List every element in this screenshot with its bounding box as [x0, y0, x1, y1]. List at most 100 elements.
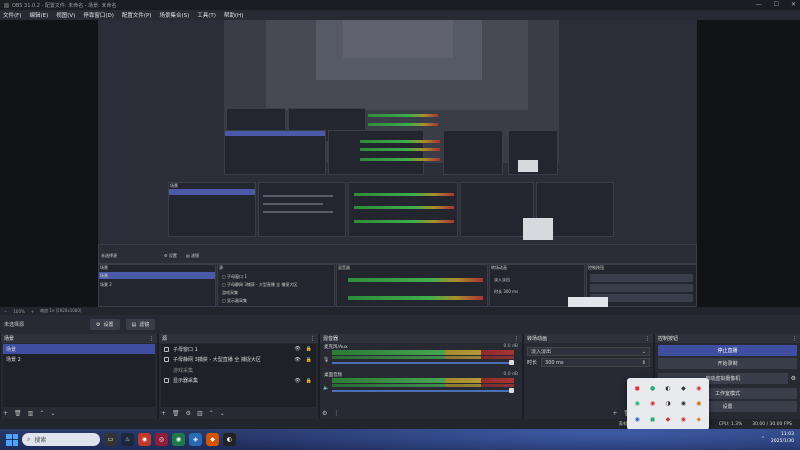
scenes-dock-footer: + 🗑 ▥ ⌃ ⌄	[3, 408, 155, 418]
clock[interactable]: 11:03 2025/1/30	[771, 432, 794, 445]
menu-view[interactable]: 视图(V)	[56, 11, 75, 19]
obs-taskbar-icon[interactable]: ◐	[223, 433, 236, 446]
duration-row: 时长 300 ms ⇕	[524, 357, 653, 368]
windows-start-button[interactable]	[6, 433, 18, 446]
move-up-icon[interactable]: ⌃	[209, 410, 214, 417]
move-up-icon[interactable]: ⌃	[39, 410, 44, 417]
tray-app-icon[interactable]: ◐	[661, 381, 675, 396]
trash-icon[interactable]: 🗑	[14, 410, 22, 417]
gear-icon[interactable]: ⚙	[791, 375, 796, 382]
mixer-menu-icon[interactable]: ⋮	[333, 410, 339, 417]
menu-file[interactable]: 文件(F)	[3, 11, 21, 19]
dock-menu-icon[interactable]: ⋮	[645, 336, 650, 342]
move-down-icon[interactable]: ⌄	[50, 410, 55, 417]
mixer-settings-icon[interactable]: ⚙	[322, 410, 327, 417]
channel-db: 0.0 dB	[503, 372, 518, 377]
preview-canvas[interactable]: 场景 未选择源 ⚙ 设置 ▤ 滤镜 场景 场景 场景 2 源 ▢ 子母窗口 1 …	[0, 20, 800, 307]
zoom-scale-label: 缩放 1x (1920x1080)	[40, 308, 82, 313]
steam-icon[interactable]: ♨	[121, 433, 134, 446]
properties-label: 设置	[103, 322, 114, 328]
eye-icon[interactable]: 👁	[294, 346, 300, 352]
lock-icon[interactable]: 🔒	[306, 346, 312, 352]
tray-app-icon[interactable]: ◈	[692, 412, 706, 427]
lock-icon[interactable]: 🔒	[306, 378, 312, 384]
tray-app-icon[interactable]: ◉	[676, 412, 690, 427]
dock-menu-icon[interactable]: ⋮	[792, 336, 797, 342]
transition-select[interactable]: 淡入淡出 ⌄	[527, 347, 650, 356]
task-view-icon[interactable]: ▭	[104, 433, 117, 446]
add-icon[interactable]: +	[161, 410, 166, 417]
gear-icon[interactable]: ⚙	[186, 410, 191, 417]
scene-item[interactable]: 场景 2	[3, 354, 155, 364]
add-icon[interactable]: +	[3, 410, 8, 417]
source-item[interactable]: 子母静网 3捕获 - 大型直播 全 捕捉大区 👁 🔒	[161, 355, 316, 366]
tray-app-icon[interactable]: ◑	[661, 397, 675, 412]
eye-icon[interactable]: 👁	[294, 378, 300, 384]
start-recording-button[interactable]: 开始录制	[658, 358, 797, 369]
dock-menu-icon[interactable]: ⋮	[149, 336, 154, 342]
volume-slider[interactable]	[332, 362, 514, 364]
tray-app-icon[interactable]: ◼	[630, 381, 644, 396]
tray-app-icon[interactable]: ◆	[676, 381, 690, 396]
scene-item[interactable]: 场景	[3, 344, 155, 354]
menu-docks[interactable]: 停靠窗口(D)	[83, 11, 114, 19]
tray-app-icon[interactable]: ◉	[645, 397, 659, 412]
add-icon[interactable]: +	[612, 410, 617, 417]
app-icon[interactable]: ◉	[138, 433, 151, 446]
taskbar-search[interactable]: ⌕ 搜索	[22, 433, 100, 446]
tray-app-icon[interactable]: ◼	[645, 412, 659, 427]
trash-icon[interactable]: 🗑	[172, 410, 180, 417]
scene-filter-icon[interactable]: ▥	[28, 410, 34, 417]
menu-scene-collection[interactable]: 场景集合(S)	[159, 11, 189, 19]
source-filter-icon[interactable]: ▥	[197, 410, 203, 417]
app-icon[interactable]: ◎	[155, 433, 168, 446]
preview-letterbox-right	[697, 20, 800, 307]
zoom-in-button[interactable]: +	[31, 309, 34, 314]
tray-app-icon[interactable]: ◉	[630, 397, 644, 412]
source-item[interactable]: 子母窗口 1 👁 🔒	[161, 344, 316, 355]
source-item[interactable]: 显示器采集 👁 🔒	[161, 376, 316, 387]
tray-app-icon[interactable]: ◉	[692, 381, 706, 396]
transitions-dock-header: 转场动画 ⋮	[524, 334, 653, 343]
tray-app-icon[interactable]: ◉	[630, 412, 644, 427]
eye-icon[interactable]: 👁	[294, 357, 300, 363]
volume-slider-handle[interactable]	[509, 388, 514, 393]
close-button[interactable]: ✕	[791, 1, 796, 8]
lock-icon[interactable]: 🔒	[306, 357, 312, 363]
filters-button[interactable]: ▤ 滤镜	[125, 319, 156, 330]
nested-obs-capture: 场景 未选择源 ⚙ 设置 ▤ 滤镜 场景 场景 场景 2 源 ▢ 子母窗口 1 …	[98, 20, 697, 307]
speaker-icon[interactable]: 🔈	[323, 385, 329, 391]
menu-help[interactable]: 帮助(H)	[224, 11, 243, 19]
tray-app-icon[interactable]: ◆	[661, 412, 675, 427]
menu-edit[interactable]: 编辑(E)	[29, 11, 48, 19]
dock-menu-icon[interactable]: ⋮	[514, 336, 519, 342]
gear-icon: ⚙	[96, 321, 101, 328]
tray-overflow-popup: ◼ ● ◐ ◆ ◉ ◉ ◉ ◑ ◉ ◉ ◉ ◼ ◆ ◉ ◈	[627, 378, 709, 430]
search-icon: ⌕	[27, 435, 31, 443]
properties-button[interactable]: ⚙ 设置	[90, 319, 120, 330]
move-down-icon[interactable]: ⌄	[220, 410, 225, 417]
stop-streaming-button[interactable]: 停止直播	[658, 345, 797, 356]
volume-slider[interactable]	[332, 390, 514, 392]
obs-app-icon	[4, 2, 9, 8]
source-item[interactable]: 游戏采集	[161, 365, 316, 376]
duration-input[interactable]: 300 ms ⇕	[541, 358, 650, 367]
tray-app-icon[interactable]: ◉	[676, 397, 690, 412]
menu-tools[interactable]: 工具(T)	[197, 11, 216, 19]
channel-db: 0.0 dB	[503, 344, 518, 349]
source-item-label: 显示器采集	[173, 378, 199, 385]
tray-app-icon[interactable]: ●	[645, 381, 659, 396]
maximize-button[interactable]: ☐	[774, 1, 779, 8]
dock-menu-icon[interactable]: ⋮	[310, 336, 315, 342]
microphone-icon[interactable]: 🎙	[323, 357, 329, 363]
volume-slider-handle[interactable]	[509, 360, 514, 365]
menu-profile[interactable]: 配置文件(P)	[122, 11, 152, 19]
app-icon[interactable]: ◉	[172, 433, 185, 446]
tray-app-icon[interactable]: ◉	[692, 397, 706, 412]
transition-select-value: 淡入淡出	[531, 349, 552, 355]
app-icon[interactable]: ◈	[189, 433, 202, 446]
zoom-out-button[interactable]: −	[4, 309, 7, 314]
chevron-up-icon[interactable]: ⌃	[761, 436, 765, 442]
minimize-button[interactable]: —	[756, 1, 762, 8]
app-icon[interactable]: ◆	[206, 433, 219, 446]
